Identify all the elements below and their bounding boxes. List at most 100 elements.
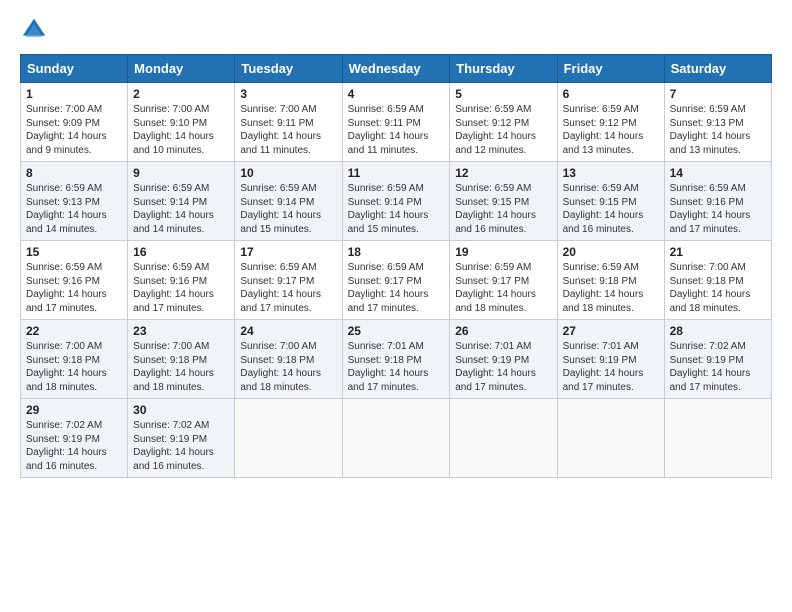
- calendar-cell: 5 Sunrise: 6:59 AM Sunset: 9:12 PM Dayli…: [450, 83, 557, 162]
- calendar-header-saturday: Saturday: [664, 55, 771, 83]
- day-number: 24: [240, 324, 336, 338]
- day-detail: Sunrise: 7:02 AM Sunset: 9:19 PM Dayligh…: [133, 419, 229, 473]
- day-detail: Sunrise: 6:59 AM Sunset: 9:15 PM Dayligh…: [563, 182, 659, 236]
- calendar-cell: 29 Sunrise: 7:02 AM Sunset: 9:19 PM Dayl…: [21, 399, 128, 478]
- day-number: 25: [348, 324, 445, 338]
- day-detail: Sunrise: 6:59 AM Sunset: 9:14 PM Dayligh…: [240, 182, 336, 236]
- day-number: 23: [133, 324, 229, 338]
- calendar-header-tuesday: Tuesday: [235, 55, 342, 83]
- day-detail: Sunrise: 7:00 AM Sunset: 9:18 PM Dayligh…: [240, 340, 336, 394]
- day-detail: Sunrise: 7:00 AM Sunset: 9:18 PM Dayligh…: [133, 340, 229, 394]
- calendar-cell: 14 Sunrise: 6:59 AM Sunset: 9:16 PM Dayl…: [664, 162, 771, 241]
- day-number: 15: [26, 245, 122, 259]
- calendar-cell: 27 Sunrise: 7:01 AM Sunset: 9:19 PM Dayl…: [557, 320, 664, 399]
- calendar-week-row: 22 Sunrise: 7:00 AM Sunset: 9:18 PM Dayl…: [21, 320, 772, 399]
- day-detail: Sunrise: 6:59 AM Sunset: 9:14 PM Dayligh…: [133, 182, 229, 236]
- calendar-header-sunday: Sunday: [21, 55, 128, 83]
- calendar-cell: 24 Sunrise: 7:00 AM Sunset: 9:18 PM Dayl…: [235, 320, 342, 399]
- day-detail: Sunrise: 7:01 AM Sunset: 9:18 PM Dayligh…: [348, 340, 445, 394]
- day-detail: Sunrise: 6:59 AM Sunset: 9:17 PM Dayligh…: [348, 261, 445, 315]
- day-number: 27: [563, 324, 659, 338]
- calendar-cell: 25 Sunrise: 7:01 AM Sunset: 9:18 PM Dayl…: [342, 320, 450, 399]
- day-number: 2: [133, 87, 229, 101]
- day-number: 17: [240, 245, 336, 259]
- day-detail: Sunrise: 6:59 AM Sunset: 9:16 PM Dayligh…: [26, 261, 122, 315]
- calendar-cell: 30 Sunrise: 7:02 AM Sunset: 9:19 PM Dayl…: [128, 399, 235, 478]
- day-number: 5: [455, 87, 551, 101]
- calendar-table: SundayMondayTuesdayWednesdayThursdayFrid…: [20, 54, 772, 478]
- day-number: 1: [26, 87, 122, 101]
- day-number: 26: [455, 324, 551, 338]
- calendar-cell: 22 Sunrise: 7:00 AM Sunset: 9:18 PM Dayl…: [21, 320, 128, 399]
- calendar-cell: 17 Sunrise: 6:59 AM Sunset: 9:17 PM Dayl…: [235, 241, 342, 320]
- day-number: 18: [348, 245, 445, 259]
- calendar-week-row: 29 Sunrise: 7:02 AM Sunset: 9:19 PM Dayl…: [21, 399, 772, 478]
- logo-icon: [20, 16, 48, 44]
- calendar-cell: [557, 399, 664, 478]
- day-number: 8: [26, 166, 122, 180]
- calendar-header-friday: Friday: [557, 55, 664, 83]
- calendar-cell: 19 Sunrise: 6:59 AM Sunset: 9:17 PM Dayl…: [450, 241, 557, 320]
- day-number: 16: [133, 245, 229, 259]
- logo: [20, 16, 52, 44]
- day-detail: Sunrise: 6:59 AM Sunset: 9:17 PM Dayligh…: [240, 261, 336, 315]
- calendar-cell: 21 Sunrise: 7:00 AM Sunset: 9:18 PM Dayl…: [664, 241, 771, 320]
- calendar-cell: 20 Sunrise: 6:59 AM Sunset: 9:18 PM Dayl…: [557, 241, 664, 320]
- day-detail: Sunrise: 6:59 AM Sunset: 9:13 PM Dayligh…: [26, 182, 122, 236]
- calendar-header-wednesday: Wednesday: [342, 55, 450, 83]
- day-detail: Sunrise: 6:59 AM Sunset: 9:12 PM Dayligh…: [563, 103, 659, 157]
- day-number: 21: [670, 245, 766, 259]
- page: SundayMondayTuesdayWednesdayThursdayFrid…: [0, 0, 792, 612]
- day-detail: Sunrise: 7:00 AM Sunset: 9:10 PM Dayligh…: [133, 103, 229, 157]
- day-detail: Sunrise: 7:01 AM Sunset: 9:19 PM Dayligh…: [455, 340, 551, 394]
- calendar-cell: 16 Sunrise: 6:59 AM Sunset: 9:16 PM Dayl…: [128, 241, 235, 320]
- calendar-week-row: 15 Sunrise: 6:59 AM Sunset: 9:16 PM Dayl…: [21, 241, 772, 320]
- day-number: 13: [563, 166, 659, 180]
- day-detail: Sunrise: 7:02 AM Sunset: 9:19 PM Dayligh…: [670, 340, 766, 394]
- calendar-cell: 13 Sunrise: 6:59 AM Sunset: 9:15 PM Dayl…: [557, 162, 664, 241]
- calendar-cell: 2 Sunrise: 7:00 AM Sunset: 9:10 PM Dayli…: [128, 83, 235, 162]
- calendar-cell: [235, 399, 342, 478]
- day-detail: Sunrise: 7:00 AM Sunset: 9:09 PM Dayligh…: [26, 103, 122, 157]
- calendar-cell: 7 Sunrise: 6:59 AM Sunset: 9:13 PM Dayli…: [664, 83, 771, 162]
- day-number: 4: [348, 87, 445, 101]
- day-detail: Sunrise: 6:59 AM Sunset: 9:18 PM Dayligh…: [563, 261, 659, 315]
- day-detail: Sunrise: 7:01 AM Sunset: 9:19 PM Dayligh…: [563, 340, 659, 394]
- calendar-header-thursday: Thursday: [450, 55, 557, 83]
- day-detail: Sunrise: 7:00 AM Sunset: 9:18 PM Dayligh…: [26, 340, 122, 394]
- calendar-cell: 6 Sunrise: 6:59 AM Sunset: 9:12 PM Dayli…: [557, 83, 664, 162]
- calendar-header-monday: Monday: [128, 55, 235, 83]
- calendar-cell: 1 Sunrise: 7:00 AM Sunset: 9:09 PM Dayli…: [21, 83, 128, 162]
- calendar-cell: 18 Sunrise: 6:59 AM Sunset: 9:17 PM Dayl…: [342, 241, 450, 320]
- day-number: 9: [133, 166, 229, 180]
- day-number: 28: [670, 324, 766, 338]
- day-detail: Sunrise: 6:59 AM Sunset: 9:11 PM Dayligh…: [348, 103, 445, 157]
- day-number: 30: [133, 403, 229, 417]
- calendar-cell: 9 Sunrise: 6:59 AM Sunset: 9:14 PM Dayli…: [128, 162, 235, 241]
- day-detail: Sunrise: 6:59 AM Sunset: 9:15 PM Dayligh…: [455, 182, 551, 236]
- day-detail: Sunrise: 7:00 AM Sunset: 9:11 PM Dayligh…: [240, 103, 336, 157]
- day-detail: Sunrise: 7:02 AM Sunset: 9:19 PM Dayligh…: [26, 419, 122, 473]
- day-number: 12: [455, 166, 551, 180]
- calendar-cell: 23 Sunrise: 7:00 AM Sunset: 9:18 PM Dayl…: [128, 320, 235, 399]
- day-number: 29: [26, 403, 122, 417]
- day-detail: Sunrise: 6:59 AM Sunset: 9:17 PM Dayligh…: [455, 261, 551, 315]
- header: [20, 16, 772, 44]
- calendar-cell: 28 Sunrise: 7:02 AM Sunset: 9:19 PM Dayl…: [664, 320, 771, 399]
- calendar-cell: 8 Sunrise: 6:59 AM Sunset: 9:13 PM Dayli…: [21, 162, 128, 241]
- calendar-cell: 12 Sunrise: 6:59 AM Sunset: 9:15 PM Dayl…: [450, 162, 557, 241]
- day-detail: Sunrise: 6:59 AM Sunset: 9:16 PM Dayligh…: [133, 261, 229, 315]
- day-detail: Sunrise: 6:59 AM Sunset: 9:16 PM Dayligh…: [670, 182, 766, 236]
- calendar-week-row: 1 Sunrise: 7:00 AM Sunset: 9:09 PM Dayli…: [21, 83, 772, 162]
- calendar-cell: 11 Sunrise: 6:59 AM Sunset: 9:14 PM Dayl…: [342, 162, 450, 241]
- day-number: 20: [563, 245, 659, 259]
- calendar-cell: 3 Sunrise: 7:00 AM Sunset: 9:11 PM Dayli…: [235, 83, 342, 162]
- day-detail: Sunrise: 7:00 AM Sunset: 9:18 PM Dayligh…: [670, 261, 766, 315]
- calendar-cell: 4 Sunrise: 6:59 AM Sunset: 9:11 PM Dayli…: [342, 83, 450, 162]
- day-number: 6: [563, 87, 659, 101]
- day-number: 7: [670, 87, 766, 101]
- calendar-cell: 26 Sunrise: 7:01 AM Sunset: 9:19 PM Dayl…: [450, 320, 557, 399]
- calendar-header-row: SundayMondayTuesdayWednesdayThursdayFrid…: [21, 55, 772, 83]
- day-number: 19: [455, 245, 551, 259]
- day-detail: Sunrise: 6:59 AM Sunset: 9:13 PM Dayligh…: [670, 103, 766, 157]
